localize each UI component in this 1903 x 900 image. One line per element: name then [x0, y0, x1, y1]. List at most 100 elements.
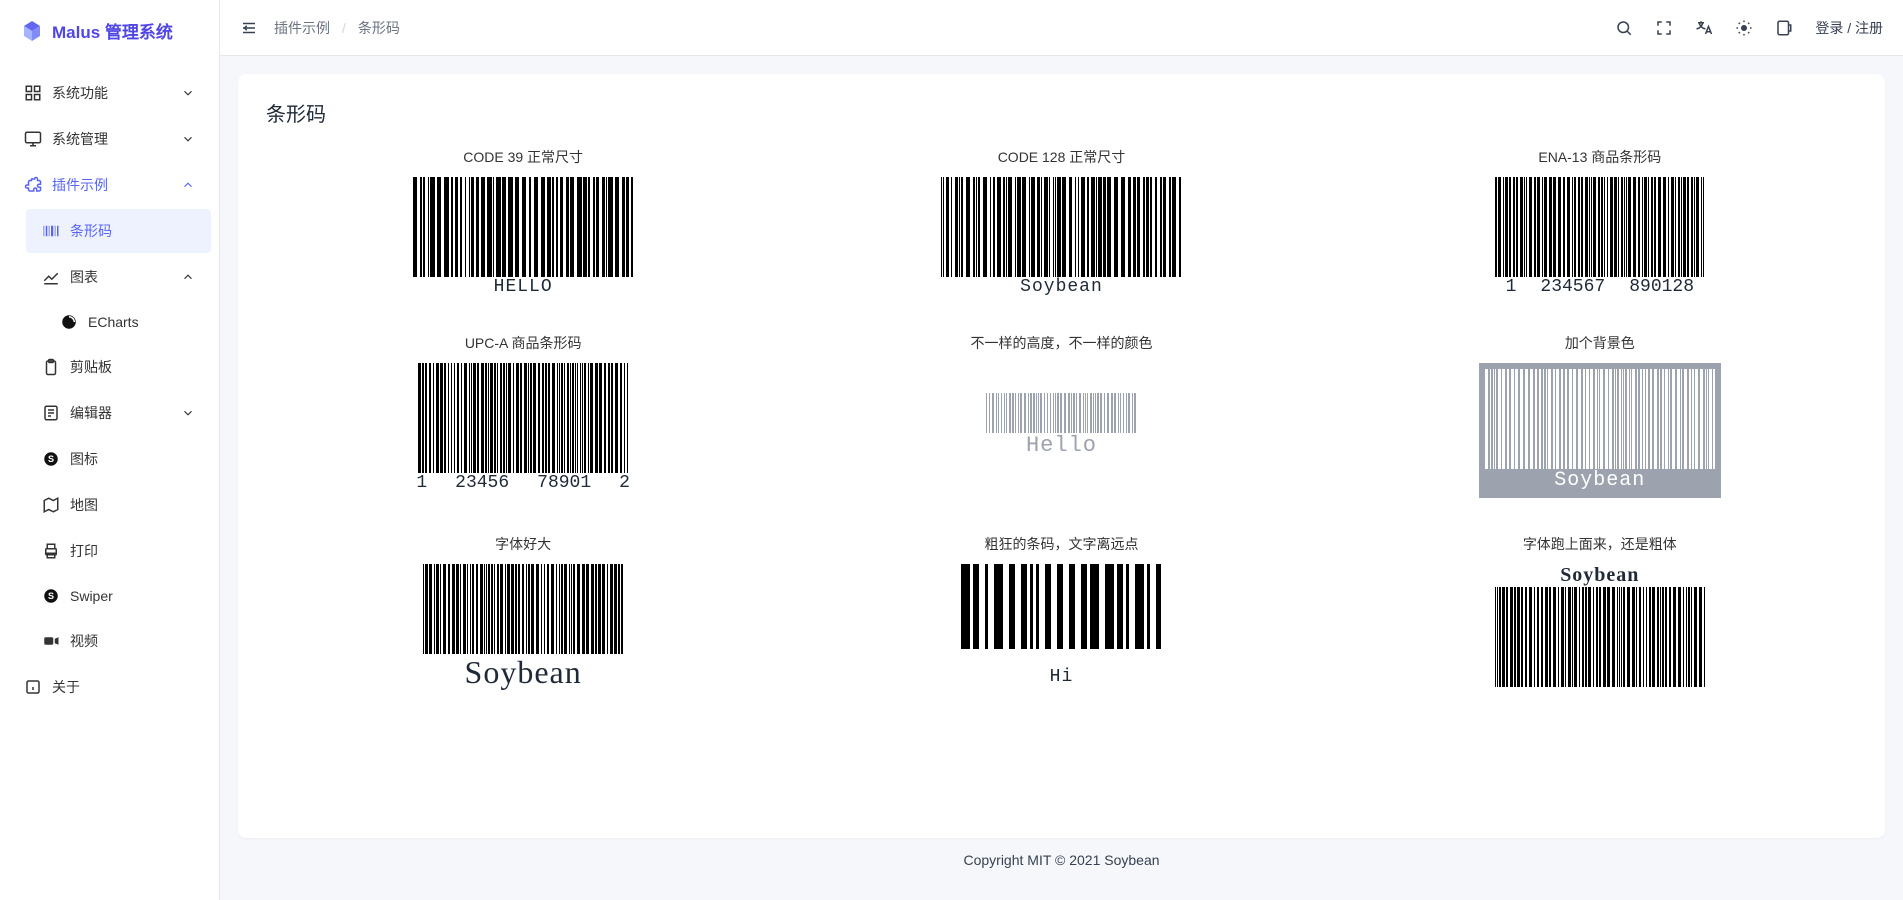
brand-name: Malus 管理系统 [52, 18, 173, 43]
brand[interactable]: Malus 管理系统 [0, 0, 219, 61]
sidebar-label: 图表 [70, 267, 171, 287]
settings-button[interactable] [1775, 19, 1793, 37]
sidebar-item-map[interactable]: 地图 [26, 483, 211, 527]
barcode-image [423, 564, 623, 654]
icon-icon: S [42, 450, 60, 468]
login-link[interactable]: 登录 / 注册 [1815, 18, 1883, 38]
svg-text:S: S [48, 591, 54, 601]
sidebar-label: 关于 [52, 677, 195, 697]
grid-icon [24, 84, 42, 102]
barcode-mid-digits: 23456 [455, 473, 509, 493]
page-title: 条形码 [266, 98, 1857, 127]
sidebar-label: 编辑器 [70, 403, 171, 423]
chart-icon [42, 268, 60, 286]
barcode-cell-bigfont: 字体好大 Soybean [266, 534, 780, 691]
sidebar: Malus 管理系统 系统功能 系统管理 插件示例 条形码 [0, 0, 220, 900]
barcode-image [986, 393, 1136, 433]
barcode-value: Soybean [1554, 469, 1645, 492]
fullscreen-button[interactable] [1655, 19, 1673, 37]
chevron-up-icon [181, 178, 195, 192]
barcode-value: Hello [1026, 433, 1097, 458]
clipboard-icon [42, 358, 60, 376]
barcode-cell-code39: CODE 39 正常尺寸 HELLO [266, 147, 780, 297]
sidebar-label: 插件示例 [52, 175, 171, 195]
sidebar-item-plugin-demo[interactable]: 插件示例 [8, 163, 211, 207]
sidebar-item-system-mgmt[interactable]: 系统管理 [8, 117, 211, 161]
sidebar-item-chart[interactable]: 图表 [26, 255, 211, 299]
barcode-tail-digits: 890128 [1629, 277, 1694, 297]
barcode-title: UPC-A 商品条形码 [465, 333, 582, 353]
search-button[interactable] [1615, 19, 1633, 37]
chevron-up-icon [181, 270, 195, 284]
svg-text:S: S [48, 454, 54, 464]
nav: 系统功能 系统管理 插件示例 条形码 图表 [0, 61, 219, 719]
barcode-image [413, 177, 633, 277]
barcode-value: Hi [1050, 667, 1074, 687]
sidebar-item-system-func[interactable]: 系统功能 [8, 71, 211, 115]
barcode-mid-digits: 78901 [537, 473, 591, 493]
topbar: 插件示例 / 条形码 登录 / 注册 [220, 0, 1903, 56]
barcode-cell-texttop: 字体跑上面来，还是粗体 Soybean [1343, 534, 1857, 691]
breadcrumb: 插件示例 / 条形码 [274, 18, 400, 38]
logo-icon [20, 19, 44, 43]
barcode-cell-color: 不一样的高度，不一样的颜色 Hello [804, 333, 1318, 498]
breadcrumb-parent[interactable]: 插件示例 [274, 18, 330, 38]
barcode-image [1495, 587, 1705, 687]
sidebar-item-print[interactable]: 打印 [26, 529, 211, 573]
barcode-mid-digits: 234567 [1540, 277, 1605, 297]
breadcrumb-separator: / [342, 20, 346, 36]
barcode-cell-bg: 加个背景色 Soybean [1343, 333, 1857, 498]
map-icon [42, 496, 60, 514]
echarts-icon [60, 313, 78, 331]
barcode-lead-digit: 1 [416, 473, 427, 493]
sidebar-label: 地图 [70, 495, 195, 515]
barcode-value: Soybean [465, 654, 582, 691]
sidebar-label: Swiper [70, 588, 195, 604]
sidebar-item-icon[interactable]: S 图标 [26, 437, 211, 481]
sidebar-label: 剪贴板 [70, 357, 195, 377]
breadcrumb-current: 条形码 [358, 18, 400, 38]
barcode-image [941, 177, 1181, 277]
language-button[interactable] [1695, 19, 1713, 37]
barcode-value: HELLO [494, 277, 553, 297]
barcode-tail-digit: 2 [619, 473, 630, 493]
barcode-image [1485, 369, 1715, 469]
chevron-down-icon [181, 132, 195, 146]
sidebar-item-clipboard[interactable]: 剪贴板 [26, 345, 211, 389]
barcode-cell-ean13: ENA-13 商品条形码 1 234567 890128 [1343, 147, 1857, 297]
plugin-icon [24, 176, 42, 194]
barcode-lead-digit: 1 [1506, 277, 1517, 297]
sidebar-item-editor[interactable]: 编辑器 [26, 391, 211, 435]
theme-button[interactable] [1735, 19, 1753, 37]
sidebar-label: 条形码 [70, 221, 195, 241]
chevron-down-icon [181, 86, 195, 100]
sidebar-label: 系统管理 [52, 129, 171, 149]
video-icon [42, 632, 60, 650]
sidebar-item-video[interactable]: 视频 [26, 619, 211, 663]
sidebar-label: 视频 [70, 631, 195, 651]
sidebar-item-echarts[interactable]: ECharts [44, 301, 211, 343]
editor-icon [42, 404, 60, 422]
print-icon [42, 542, 60, 560]
barcode-value: Soybean [1560, 564, 1639, 587]
barcode-title: CODE 128 正常尺寸 [998, 147, 1126, 167]
barcode-title: CODE 39 正常尺寸 [463, 147, 583, 167]
sidebar-label: 图标 [70, 449, 195, 469]
barcode-cell-wide: 粗狂的条码，文字离远点 Hi [804, 534, 1318, 691]
info-icon [24, 678, 42, 696]
barcode-title: 加个背景色 [1565, 333, 1635, 353]
sidebar-item-barcode[interactable]: 条形码 [26, 209, 211, 253]
sidebar-label: 系统功能 [52, 83, 171, 103]
barcode-title: 粗狂的条码，文字离远点 [984, 534, 1138, 554]
barcode-cell-code128: CODE 128 正常尺寸 Soybean [804, 147, 1318, 297]
sidebar-item-swiper[interactable]: S Swiper [26, 575, 211, 617]
barcode-image [418, 363, 628, 473]
barcode-title: 字体好大 [495, 534, 551, 554]
collapse-sidebar-button[interactable] [240, 19, 258, 37]
sidebar-item-about[interactable]: 关于 [8, 665, 211, 709]
footer: Copyright MIT © 2021 Soybean [238, 838, 1885, 882]
barcode-title: 不一样的高度，不一样的颜色 [970, 333, 1152, 353]
barcode-title: ENA-13 商品条形码 [1538, 147, 1661, 167]
swiper-icon: S [42, 587, 60, 605]
chevron-down-icon [181, 406, 195, 420]
